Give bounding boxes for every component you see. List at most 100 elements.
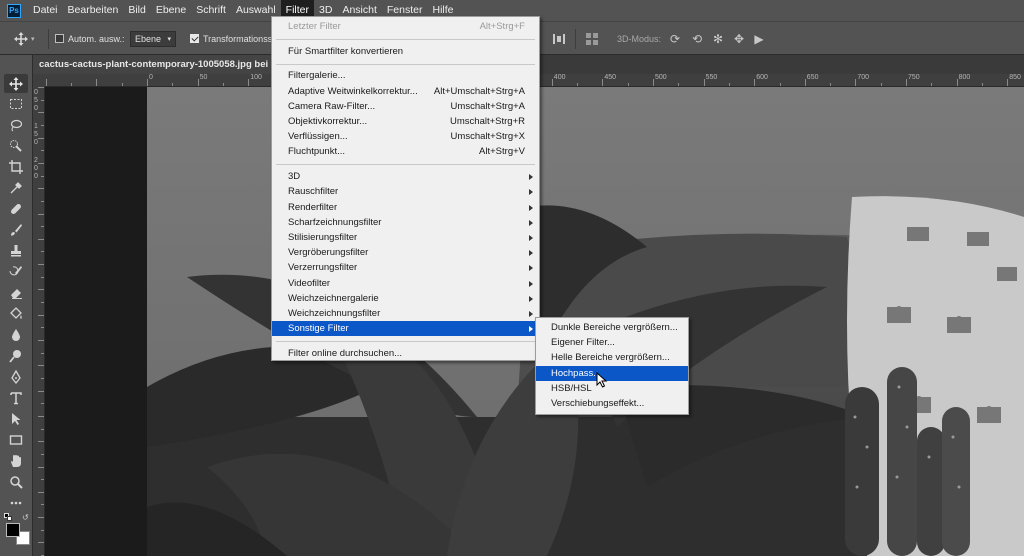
video-camera-icon: ▶ <box>754 31 764 46</box>
menu-item-verzerrungsfilter[interactable]: Verzerrungsfilter <box>272 260 539 275</box>
menu-item-camera-raw-filter[interactable]: Camera Raw-Filter... Umschalt+Strg+A <box>272 99 539 114</box>
layer-select[interactable]: Ebene ▾ <box>130 22 176 55</box>
menu-item-letzter-filter[interactable]: Letzter Filter Alt+Strg+F <box>272 19 539 34</box>
marquee-tool[interactable] <box>4 94 28 113</box>
ruler-label: 400 <box>553 74 566 81</box>
default-colors-icon[interactable] <box>4 513 12 521</box>
menu-item-shortcut: Alt+Umschalt+Strg+A <box>433 85 525 97</box>
move-tool[interactable] <box>4 74 28 93</box>
eyedropper-tool[interactable] <box>4 178 28 197</box>
lasso-tool[interactable] <box>4 115 28 134</box>
ruler-tick <box>855 79 857 86</box>
ruler-tick <box>38 542 44 544</box>
color-swatches[interactable]: ↺ <box>4 513 32 547</box>
menu-item-stilisierungsfilter[interactable]: Stilisierungsfilter <box>272 230 539 245</box>
menu-item-hochpass[interactable]: Hochpass... <box>536 365 688 381</box>
healing-brush-tool[interactable] <box>4 199 28 218</box>
submenu-arrow-icon <box>529 219 533 226</box>
clone-stamp-tool[interactable] <box>4 241 28 260</box>
paint-bucket-tool[interactable] <box>4 304 28 323</box>
ruler-tick <box>38 188 44 190</box>
distribute-button[interactable] <box>552 22 566 55</box>
crop-tool[interactable] <box>4 157 28 176</box>
brush-tool[interactable] <box>4 220 28 239</box>
menu-item-sonstige-filter[interactable]: Sonstige Filter <box>272 321 539 337</box>
ruler-label: 0 <box>34 105 38 112</box>
menu-item-scharfzeichnungsfilter[interactable]: Scharfzeichnungsfilter <box>272 215 539 230</box>
3d-orbit-button[interactable]: ⟳ <box>668 22 682 55</box>
history-brush-tool[interactable] <box>4 262 28 281</box>
menu-item-verschiebungseffekt[interactable]: Verschiebungseffekt... <box>536 396 688 411</box>
menu-item-label: Sonstige Filter <box>288 323 349 335</box>
menu-item-verflüssigen[interactable]: Verflüssigen... Umschalt+Strg+X <box>272 129 539 144</box>
dodge-tool[interactable] <box>4 346 28 365</box>
eyedropper-icon <box>10 181 22 193</box>
3d-pan-button[interactable]: ✻ <box>711 22 725 55</box>
blur-tool[interactable] <box>4 325 28 344</box>
menu-item-vergröberungsfilter[interactable]: Vergröberungsfilter <box>272 245 539 260</box>
menu-schrift[interactable]: Schrift <box>191 0 231 21</box>
ruler-tick <box>627 83 629 86</box>
menu-item-3d[interactable]: 3D <box>272 169 539 184</box>
tools-panel: ↺ <box>0 55 33 556</box>
foreground-color-swatch[interactable] <box>6 523 20 537</box>
rectangle-tool[interactable] <box>4 430 28 449</box>
menu-item-eigener-filter[interactable]: Eigener Filter... <box>536 335 688 350</box>
menu-item-videofilter[interactable]: Videofilter <box>272 276 539 291</box>
ruler-tick <box>38 415 44 417</box>
3d-scale-button[interactable]: ▶ <box>752 22 766 55</box>
photoshop-logo[interactable]: Ps <box>7 3 21 18</box>
filter-menu: Letzter Filter Alt+Strg+F Für Smartfilter … <box>271 16 540 361</box>
menu-item-fluchtpunkt[interactable]: Fluchtpunkt... Alt+Strg+V <box>272 144 539 159</box>
quick-select-tool[interactable] <box>4 136 28 155</box>
ruler-tick <box>41 124 44 126</box>
ruler-tick <box>41 377 44 379</box>
menu-item-filtergalerie[interactable]: Filtergalerie... <box>272 68 539 83</box>
magnifier-icon <box>10 475 23 489</box>
swap-colors-icon[interactable]: ↺ <box>22 513 29 522</box>
ruler-tick <box>197 79 199 86</box>
auto-select-checkbox[interactable]: Autom. ausw.: <box>55 22 125 55</box>
ruler-tick <box>678 83 680 86</box>
document-tab[interactable]: cactus-cactus-plant-contemporary-1005058… <box>33 55 279 74</box>
zoom-tool[interactable] <box>4 472 28 491</box>
checkbox-icon <box>55 34 64 43</box>
ruler-tick <box>830 83 832 86</box>
menu-item-objektivkorrektur[interactable]: Objektivkorrektur... Umschalt+Strg+R <box>272 114 539 129</box>
menu-item-filter-online-durchsuchen[interactable]: Filter online durchsuchen... <box>272 346 539 361</box>
menu-ebene[interactable]: Ebene <box>151 0 191 21</box>
menu-item-dunkle-bereiche-vergrößern[interactable]: Dunkle Bereiche vergrößern... <box>536 320 688 335</box>
menu-item-weichzeichnungsfilter[interactable]: Weichzeichnungsfilter <box>272 306 539 321</box>
menu-bild[interactable]: Bild <box>123 0 151 21</box>
more-tools-button[interactable] <box>4 493 28 512</box>
ruler-tick <box>38 137 44 139</box>
menu-bearbeiten[interactable]: Bearbeiten <box>63 0 124 21</box>
3d-slide-button[interactable]: ✥ <box>732 22 746 55</box>
ruler-tick <box>754 79 756 86</box>
menu-datei[interactable]: Datei <box>28 0 63 21</box>
menu-item-adaptive-weitwinkelkorrektur[interactable]: Adaptive Weitwinkelkorrektur... Alt+Umsch… <box>272 84 539 99</box>
ruler-origin[interactable] <box>33 74 45 87</box>
ruler-tick <box>1007 79 1009 86</box>
auto-align-button[interactable] <box>585 22 599 55</box>
pen-tool[interactable] <box>4 367 28 386</box>
transform-controls-checkbox[interactable]: Transformationsstr <box>190 22 278 55</box>
path-selection-tool[interactable] <box>4 409 28 428</box>
menu-item-hsb-hsl[interactable]: HSB/HSL <box>536 381 688 396</box>
menu-item-label: Videofilter <box>288 277 331 289</box>
ruler-tick <box>41 403 44 405</box>
hand-tool[interactable] <box>4 451 28 470</box>
ruler-tick <box>71 83 73 86</box>
menu-item-renderfilter[interactable]: Renderfilter <box>272 200 539 215</box>
brush-icon <box>11 223 22 236</box>
3d-roll-button[interactable]: ⟲ <box>690 22 704 55</box>
type-tool[interactable] <box>4 388 28 407</box>
menu-item-helle-bereiche-vergrößern[interactable]: Helle Bereiche vergrößern... <box>536 350 688 365</box>
eraser-tool[interactable] <box>4 283 28 302</box>
menu-item-für-smartfilter-konvertieren[interactable]: Für Smartfilter konvertieren <box>272 44 539 59</box>
ruler-tick <box>41 504 44 506</box>
menu-item-rauschfilter[interactable]: Rauschfilter <box>272 184 539 199</box>
move-tool-preset[interactable]: ▾ <box>14 22 35 55</box>
menu-item-weichzeichnergalerie[interactable]: Weichzeichnergalerie <box>272 291 539 306</box>
ruler-tick <box>880 83 882 86</box>
